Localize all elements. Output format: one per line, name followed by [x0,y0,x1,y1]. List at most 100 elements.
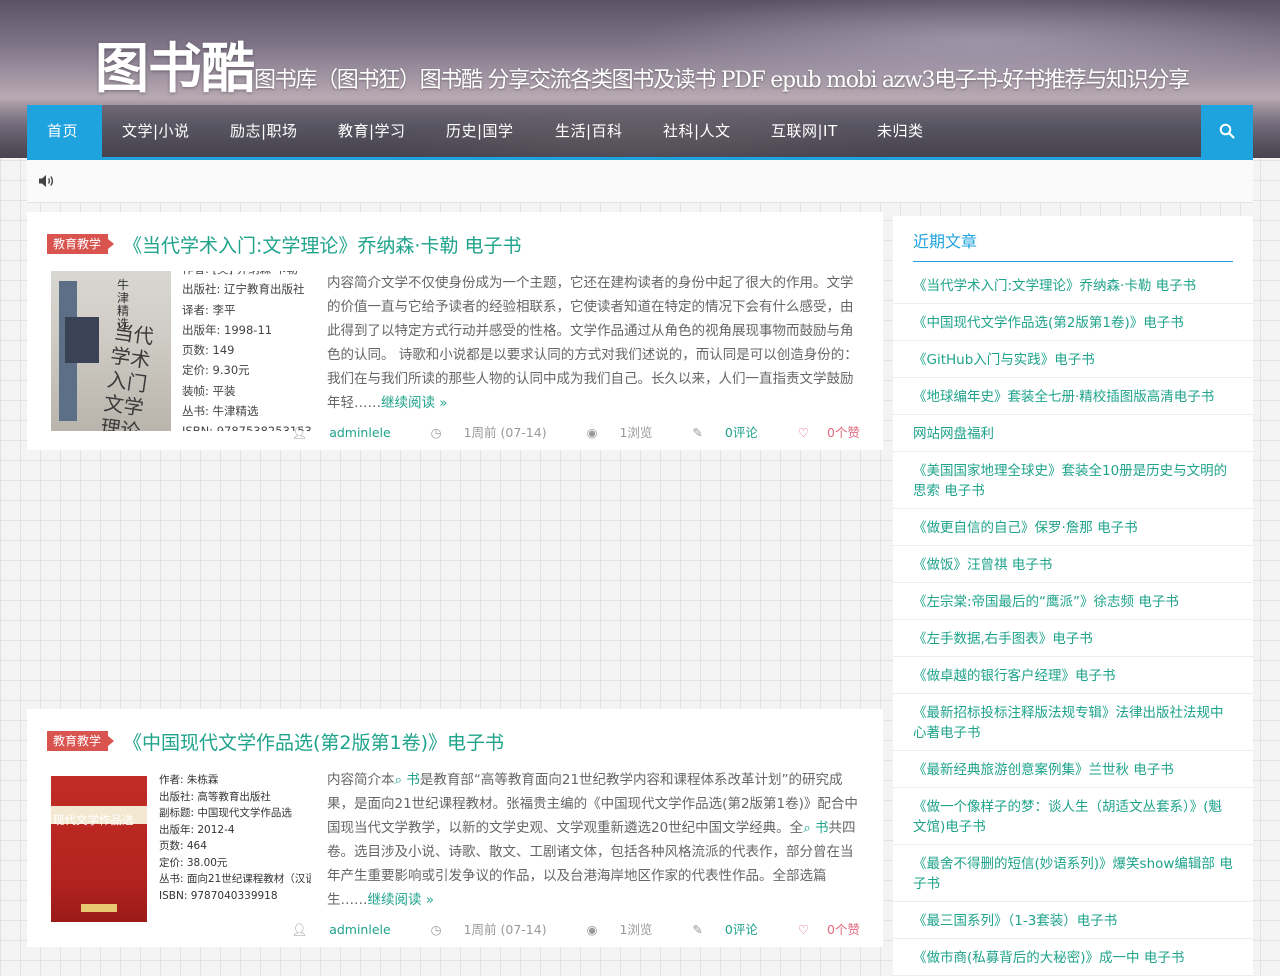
book-series: 丛书: 面向21世纪课程教材（汉语言文 [159,873,311,885]
category-badge[interactable]: 教育教学 [47,731,115,751]
heart-icon: ♡ [797,922,810,937]
recent-post-link[interactable]: 《中国现代文学作品选(第2版第1卷)》电子书 [893,304,1253,341]
book-pages: 页数: 149 [182,343,235,358]
search-button[interactable] [1201,105,1253,157]
nav-item-life[interactable]: 生活|百科 [535,105,643,157]
keyword-link[interactable]: ⌕ 书 [395,772,420,788]
book-cover-image: 牛津精选 当代学术入门文学理论 [51,271,171,431]
keyword-link[interactable]: ⌕ 书 [803,820,828,836]
book-year: 出版年: 1998-11 [182,322,273,337]
recent-post-link[interactable]: 《地球编年史》套装全七册·精校插图版高清电子书 [893,378,1253,415]
excerpt-text: 内容简介文学不仅使身份成为一个主题，它还在建构读者的身份中起了很大的作用。文学的… [327,275,858,411]
post-title[interactable]: 《当代学术入门:文学理论》乔纳森·卡勒 电子书 [123,231,521,258]
nav-item-inspiration[interactable]: 励志|职场 [210,105,318,157]
speaker-icon [39,175,54,187]
search-icon: ⌕ [394,772,403,788]
book-pages: 页数: 464 [159,840,207,852]
recent-post-link[interactable]: 《GitHub入门与实践》电子书 [893,341,1253,378]
main-nav: 首页 文学|小说 励志|职场 教育|学习 历史|国学 生活|百科 社科|人文 互… [27,105,1253,161]
recent-post-link[interactable]: 网站网盘福利 [893,415,1253,452]
recent-post-link[interactable]: 《最三国系列》（1-3套装）电子书 [893,902,1253,939]
sidebar-recent-posts: 近期文章 《当代学术入门:文学理论》乔纳森·卡勒 电子书 《中国现代文学作品选(… [893,216,1253,976]
sidebar-title: 近期文章 [913,232,978,251]
recent-post-link[interactable]: 《做卓越的银行客户经理》电子书 [893,657,1253,694]
user-icon: 👤︎ [291,922,308,937]
post-date: ◷ 1周前 (07-14) [430,425,547,440]
book-year: 出版年: 2012-4 [159,823,235,836]
user-icon: 👤︎ [291,425,308,440]
comment-icon: ✎ [692,425,703,440]
recent-posts-list: 《当代学术入门:文学理论》乔纳森·卡勒 电子书 《中国现代文学作品选(第2版第1… [893,267,1253,976]
post-comments[interactable]: ✎ 0评论 [674,922,757,937]
recent-post-link[interactable]: 《美国国家地理全球史》套装全10册是历史与文明的思索 电子书 [893,452,1253,509]
recent-post-link[interactable]: 《最新经典旅游创意案例集》兰世秋 电子书 [893,751,1253,788]
post-author[interactable]: 👤︎ adminlele [273,922,390,937]
book-translator: 译者: 李平 [182,302,236,317]
post-comments[interactable]: ✎ 0评论 [674,425,757,440]
book-info: 作者: [英] 乔纳森·卡勒 出版社: 辽宁教育出版社 译者: 李平 出版年: … [182,271,311,431]
excerpt-text: 内容简介本 [327,772,395,788]
post-views: ◉ 1浏览 [586,425,653,440]
recent-post-link[interactable]: 《做饭》汪曾祺 电子书 [893,546,1253,583]
post-meta: 👤︎ adminlele ◷ 1周前 (07-14) ◉ 1浏览 ✎ 0评论 ♡… [255,919,860,938]
nav-item-uncategorized[interactable]: 未归类 [857,105,944,157]
category-badge[interactable]: 教育教学 [47,234,115,254]
cover-title: 当代学术入门文学理论 [98,319,156,431]
post-thumbnail[interactable]: 牛津精选 当代学术入门文学理论 作者: [英] 乔纳森·卡勒 出版社: 辽宁教育… [51,271,311,431]
eye-icon: ◉ [586,425,598,440]
post-title[interactable]: 《中国现代文学作品选(第2版第1卷)》电子书 [123,728,504,755]
book-publisher: 出版社: 高等教育出版社 [159,790,271,803]
eye-icon: ◉ [586,922,598,937]
like-button[interactable]: ♡ 0个赞 [780,922,860,937]
book-info: 作者: 朱栋霖 出版社: 高等教育出版社 副标题: 中国现代文学作品选 出版年:… [159,772,311,904]
recent-post-link[interactable]: 《左手数据,右手图表》电子书 [893,620,1253,657]
nav-item-history[interactable]: 历史|国学 [426,105,534,157]
sidebar-divider [913,261,1233,262]
book-series: 丛书: 牛津精选 [182,404,259,419]
cover-title: 现代文学作品选 [53,813,134,827]
book-publisher: 出版社: 辽宁教育出版社 [182,282,305,297]
book-binding: 装帧: 平装 [182,383,236,398]
site-tagline: 图书库（图书狂）图书酷 分享交流各类图书及读书 PDF epub mobi az… [254,68,1190,93]
book-subtitle: 副标题: 中国现代文学作品选 [159,807,292,819]
read-more-link[interactable]: 继续阅读 » [381,395,448,411]
clock-icon: ◷ [430,425,442,440]
nav-item-education[interactable]: 教育|学习 [318,105,426,157]
post-thumbnail[interactable]: 现代文学作品选 作者: 朱栋霖 出版社: 高等教育出版社 副标题: 中国现代文学… [51,772,311,927]
nav-item-social[interactable]: 社科|人文 [643,105,751,157]
recent-post-link[interactable]: 《做市商(私募背后的大秘密)》成一中 电子书 [893,939,1253,976]
post-date: ◷ 1周前 (07-14) [430,922,547,937]
post-card: 教育教学 《当代学术入门:文学理论》乔纳森·卡勒 电子书 牛津精选 当代学术入门… [27,212,883,450]
like-button[interactable]: ♡ 0个赞 [780,425,860,440]
post-views: ◉ 1浏览 [586,922,653,937]
book-isbn: ISBN: 9787040339918 [159,889,278,902]
post-meta: 👤︎ adminlele ◷ 1周前 (07-14) ◉ 1浏览 ✎ 0评论 ♡… [255,422,860,441]
recent-post-link[interactable]: 《当代学术入门:文学理论》乔纳森·卡勒 电子书 [893,267,1253,304]
read-more-link[interactable]: 继续阅读 » [368,892,435,908]
search-icon [1219,123,1235,139]
comment-icon: ✎ [692,922,703,937]
book-author: 作者: 朱栋霖 [159,774,219,786]
post-excerpt: 内容简介本⌕ 书是教育部“高等教育面向21世纪教学内容和课程体系改革计划”的研究… [327,768,865,912]
book-price: 定价: 9.30元 [182,363,250,378]
notice-bar [27,160,1253,203]
site-brand[interactable]: 图书酷图书库（图书狂）图书酷 分享交流各类图书及读书 PDF epub mobi… [95,24,1190,103]
heart-icon: ♡ [797,425,810,440]
book-author: 作者: [英] 乔纳森·卡勒 [182,271,311,279]
nav-item-literature[interactable]: 文学|小说 [102,105,210,157]
post-author[interactable]: 👤︎ adminlele [273,425,390,440]
recent-post-link[interactable]: 《做更自信的自己》保罗·詹那 电子书 [893,509,1253,546]
nav-item-internet[interactable]: 互联网|IT [751,105,858,157]
recent-post-link[interactable]: 《左宗棠:帝国最后的“鹰派”》徐志频 电子书 [893,583,1253,620]
post-card: 教育教学 《中国现代文学作品选(第2版第1卷)》电子书 现代文学作品选 作者: … [27,709,883,947]
recent-post-link[interactable]: 《做一个像样子的梦：谈人生（胡适文丛套系）》(魁文馆)电子书 [893,788,1253,845]
clock-icon: ◷ [430,922,442,937]
search-icon: ⌕ [803,820,811,836]
recent-post-link[interactable]: 《最舍不得删的短信(妙语系列)》爆笑show编辑部 电子书 [893,845,1253,902]
post-excerpt: 内容简介文学不仅使身份成为一个主题，它还在建构读者的身份中起了很大的作用。文学的… [327,271,865,415]
book-price: 定价: 38.00元 [159,856,228,869]
book-cover-image: 现代文学作品选 [51,776,147,922]
recent-post-link[interactable]: 《最新招标投标注释版法规专辑》法律出版社法规中心著电子书 [893,694,1253,751]
site-logo[interactable]: 图书酷 [95,36,255,100]
nav-item-home[interactable]: 首页 [27,105,102,157]
